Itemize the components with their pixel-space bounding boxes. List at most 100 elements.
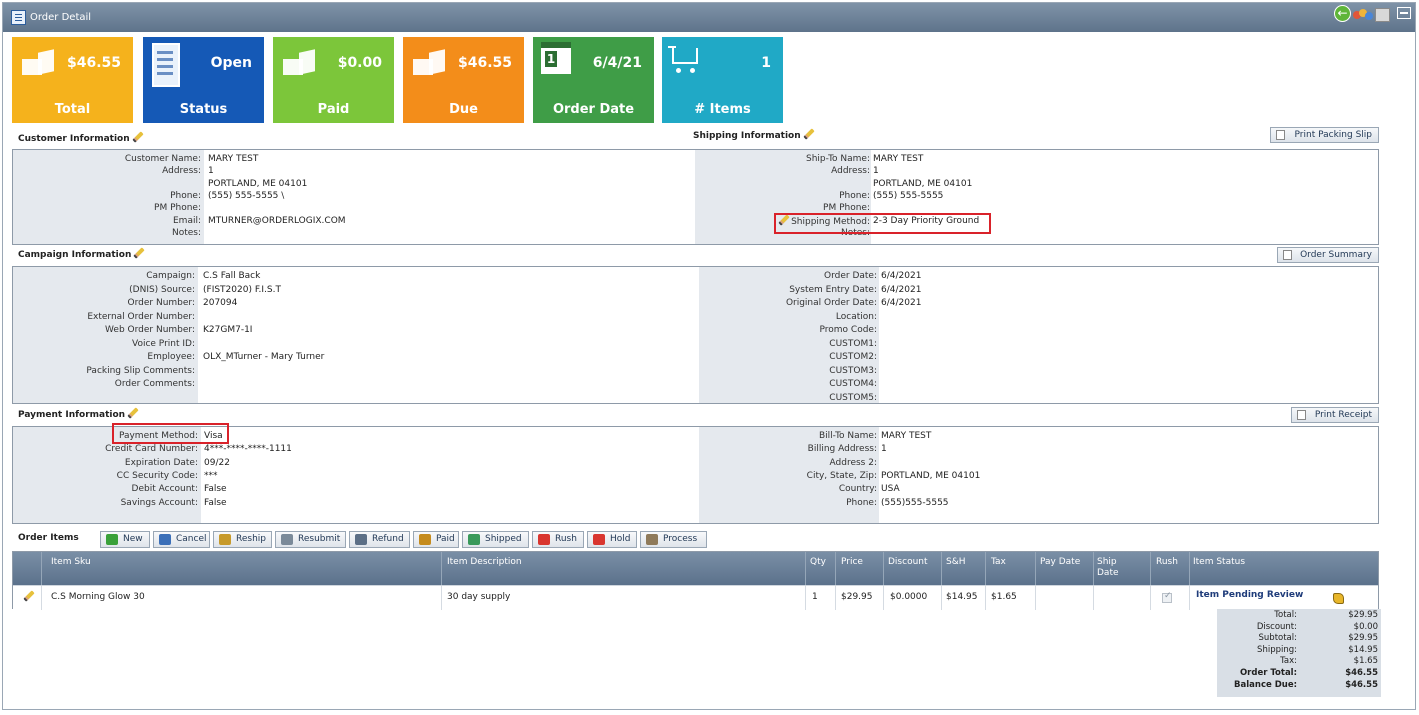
column-header-pay-date[interactable]: Pay Date bbox=[1040, 557, 1080, 568]
kpi-due: $46.55 Due bbox=[403, 37, 524, 123]
order-summary-button[interactable]: Order Summary bbox=[1277, 247, 1379, 263]
page-icon bbox=[1276, 130, 1285, 140]
page-icon bbox=[1283, 250, 1292, 260]
total-label: Tax: bbox=[1280, 656, 1297, 667]
cell-separator bbox=[835, 586, 836, 610]
title-bar: Order Detail ← bbox=[3, 3, 1415, 32]
cancel-button[interactable]: Cancel bbox=[153, 531, 210, 548]
total-value: $29.95 bbox=[1348, 610, 1378, 620]
edit-pencil-icon[interactable] bbox=[132, 132, 143, 143]
process-button[interactable]: Process bbox=[640, 531, 707, 548]
column-header-s-h[interactable]: S&H bbox=[946, 557, 966, 568]
total-value: $29.95 bbox=[1348, 633, 1378, 644]
review-hand-icon[interactable] bbox=[1333, 593, 1344, 604]
process-button-label: Process bbox=[663, 534, 698, 544]
shipping-info-title: Shipping Information bbox=[693, 129, 814, 141]
total-label: Total: bbox=[1274, 610, 1297, 620]
edit-pencil-icon[interactable] bbox=[127, 408, 138, 419]
payment-right-row-address-2: Address 2: bbox=[13, 457, 1378, 469]
cell-price: $29.95 bbox=[841, 592, 873, 602]
total-row-shipping: Shipping: $14.95 bbox=[1217, 645, 1381, 655]
payment-right-row-city-state-zip: City, State, Zip: PORTLAND, ME 04101 bbox=[13, 470, 1378, 482]
column-separator bbox=[985, 552, 986, 585]
new-icon bbox=[106, 534, 118, 545]
print-packing-slip-button[interactable]: Print Packing Slip bbox=[1270, 127, 1379, 143]
campaign-label: CUSTOM4: bbox=[829, 379, 877, 389]
hold-button[interactable]: Hold bbox=[587, 531, 637, 548]
column-separator bbox=[1150, 552, 1151, 585]
total-row-order-total: Order Total: $46.55 bbox=[1217, 668, 1381, 678]
refund-button[interactable]: Refund bbox=[349, 531, 410, 548]
cell-qty: 1 bbox=[812, 592, 818, 602]
paid-button[interactable]: Paid bbox=[413, 531, 459, 548]
column-separator bbox=[835, 552, 836, 585]
payment-method-highlight bbox=[112, 423, 229, 444]
campaign-panel: Campaign: C.S Fall Back (DNIS) Source: (FIS… bbox=[12, 266, 1379, 404]
shipping-label: Phone: bbox=[839, 190, 870, 201]
cell-separator bbox=[41, 586, 42, 610]
new-button-label: New bbox=[123, 534, 143, 544]
column-separator bbox=[41, 552, 42, 585]
refund-button-label: Refund bbox=[372, 534, 404, 544]
campaign-info-title: Campaign Information bbox=[18, 248, 144, 260]
campaign-label: Original Order Date: bbox=[785, 298, 877, 308]
campaign-right-row-custom4: CUSTOM4: bbox=[13, 378, 1378, 390]
cell-desc: 30 day supply bbox=[447, 592, 511, 602]
column-header-tax[interactable]: Tax bbox=[991, 557, 1006, 568]
campaign-right-row-promo-code: Promo Code: bbox=[13, 324, 1378, 336]
column-header-ship-date[interactable]: Ship Date bbox=[1097, 557, 1127, 579]
campaign-right-row-custom2: CUSTOM2: bbox=[13, 351, 1378, 363]
shipping-value: (555) 555-5555 bbox=[873, 190, 944, 201]
campaign-right-row-custom5: CUSTOM5: bbox=[13, 392, 1378, 404]
campaign-label: Promo Code: bbox=[819, 325, 878, 335]
item-status-link[interactable]: Item Pending Review bbox=[1196, 590, 1303, 600]
print-receipt-button[interactable]: Print Receipt bbox=[1291, 407, 1379, 423]
cell-separator bbox=[941, 586, 942, 610]
resubmit-button[interactable]: Resubmit bbox=[275, 531, 346, 548]
grid-header: Item Sku Item Description Qty Price Discount… bbox=[13, 552, 1378, 585]
people-icon[interactable] bbox=[1353, 9, 1373, 23]
rush-button[interactable]: Rush bbox=[532, 531, 584, 548]
edit-pencil-icon[interactable] bbox=[133, 248, 144, 259]
new-button[interactable]: New bbox=[100, 531, 150, 548]
cell-separator bbox=[805, 586, 806, 610]
column-header-qty[interactable]: Qty bbox=[810, 557, 826, 568]
shipped-button[interactable]: Shipped bbox=[462, 531, 529, 548]
paid-icon bbox=[419, 534, 431, 545]
column-header-discount[interactable]: Discount bbox=[888, 557, 928, 568]
total-row-tax: Tax: $1.65 bbox=[1217, 656, 1381, 666]
campaign-label: CUSTOM3: bbox=[829, 365, 877, 376]
column-header-item-description[interactable]: Item Description bbox=[447, 557, 522, 568]
payment-value: PORTLAND, ME 04101 bbox=[881, 470, 981, 481]
shipping-row-notes: Notes: bbox=[13, 227, 1378, 239]
payment-value: USA bbox=[881, 484, 900, 495]
package-icon[interactable] bbox=[1375, 8, 1390, 22]
column-header-item-sku[interactable]: Item Sku bbox=[51, 557, 91, 568]
column-separator bbox=[1093, 552, 1094, 585]
total-label: Order Total: bbox=[1239, 668, 1297, 678]
column-separator bbox=[441, 552, 442, 585]
campaign-label: Order Date: bbox=[824, 271, 877, 281]
column-header-rush[interactable]: Rush bbox=[1156, 557, 1178, 568]
campaign-label: CUSTOM5: bbox=[829, 392, 877, 403]
payment-info-title: Payment Information bbox=[18, 408, 138, 420]
table-row[interactable]: C.S Morning Glow 30 30 day supply 1 $29.95 $… bbox=[13, 585, 1378, 610]
payment-right-row-country: Country: USA bbox=[13, 483, 1378, 495]
cell-separator bbox=[1189, 586, 1190, 610]
campaign-value: 6/4/2021 bbox=[881, 298, 922, 308]
edit-pencil-icon[interactable] bbox=[803, 129, 814, 140]
column-separator bbox=[1035, 552, 1036, 585]
kpi-status-value: Open bbox=[210, 55, 252, 71]
minimize-button[interactable] bbox=[1397, 7, 1411, 19]
column-header-item-status[interactable]: Item Status bbox=[1193, 557, 1245, 568]
total-value: $0.00 bbox=[1353, 621, 1378, 632]
cell-separator bbox=[1150, 586, 1151, 610]
rush-checkbox[interactable] bbox=[1162, 591, 1172, 603]
order-items-grid: Item Sku Item Description Qty Price Discount… bbox=[12, 551, 1379, 610]
cell-separator bbox=[441, 586, 442, 610]
edit-item-pencil-icon[interactable] bbox=[23, 591, 34, 602]
reship-button[interactable]: Reship bbox=[213, 531, 272, 548]
column-header-price[interactable]: Price bbox=[841, 557, 863, 568]
shipped-button-label: Shipped bbox=[485, 534, 522, 544]
back-arrow-icon[interactable]: ← bbox=[1334, 5, 1351, 22]
